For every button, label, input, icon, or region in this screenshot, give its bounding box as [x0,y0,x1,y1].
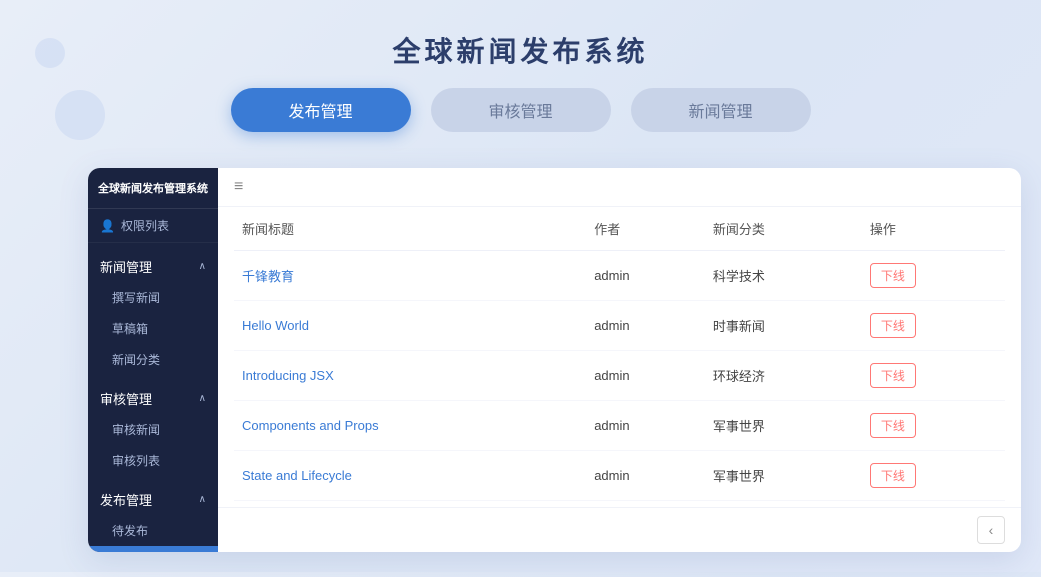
news-action-cell: 下线 [862,401,1005,451]
sidebar-item-review-news[interactable]: 审核新闻 [88,414,218,445]
offline-button[interactable]: 下线 [870,413,916,438]
news-title-cell[interactable]: Introducing JSX [234,351,586,401]
news-table: 新闻标题 作者 新闻分类 操作 千锋教育 admin 科学技术 下线 Hello… [234,207,1005,501]
pagination: ‹ [218,507,1021,552]
news-action-cell: 下线 [862,451,1005,501]
deco-circle-2 [55,90,105,140]
table-row: Introducing JSX admin 环球经济 下线 [234,351,1005,401]
chevron-up-icon-2: ∧ [199,393,206,404]
col-category: 新闻分类 [705,207,862,251]
news-author-cell: admin [586,351,705,401]
news-action-cell: 下线 [862,351,1005,401]
main-area: 全球新闻发布管理系统 👤 权限列表 新闻管理 ∧ 撰写新闻 草稿箱 新闻分类 审… [88,168,1021,552]
news-category-cell: 时事新闻 [705,301,862,351]
offline-button[interactable]: 下线 [870,363,916,388]
chevron-up-icon-3: ∧ [199,494,206,505]
sidebar-item-published[interactable]: 已发布 [88,546,218,552]
news-author-cell: admin [586,401,705,451]
news-action-cell: 下线 [862,301,1005,351]
sidebar-section-review: 审核管理 ∧ 审核新闻 审核列表 [88,375,218,476]
table-wrap: 新闻标题 作者 新闻分类 操作 千锋教育 admin 科学技术 下线 Hello… [218,207,1021,507]
content-area: ≡ 新闻标题 作者 新闻分类 操作 千锋教育 admin 科学技术 下线 [218,168,1021,552]
sidebar-section-news-header[interactable]: 新闻管理 ∧ [88,251,218,282]
publish-mgmt-label: 发布管理 [100,490,152,509]
tab-publish[interactable]: 发布管理 [231,88,411,132]
deco-circle-1 [35,38,65,68]
page-title: 全球新闻发布系统 [0,0,1041,70]
table-row: 千锋教育 admin 科学技术 下线 [234,251,1005,301]
news-author-cell: admin [586,301,705,351]
news-mgmt-label: 新闻管理 [100,257,152,276]
news-title-cell[interactable]: Components and Props [234,401,586,451]
tab-news[interactable]: 新闻管理 [631,88,811,132]
prev-page-button[interactable]: ‹ [977,516,1005,544]
offline-button[interactable]: 下线 [870,263,916,288]
tabs-row: 发布管理 审核管理 新闻管理 [0,88,1041,132]
news-author-cell: admin [586,451,705,501]
news-title-cell[interactable]: State and Lifecycle [234,451,586,501]
sidebar-section-news: 新闻管理 ∧ 撰写新闻 草稿箱 新闻分类 [88,243,218,375]
table-row: State and Lifecycle admin 军事世界 下线 [234,451,1005,501]
sidebar-item-draft-box[interactable]: 草稿箱 [88,313,218,344]
table-row: Components and Props admin 军事世界 下线 [234,401,1005,451]
news-category-cell: 军事世界 [705,401,862,451]
tab-review[interactable]: 审核管理 [431,88,611,132]
news-title-cell[interactable]: 千锋教育 [234,251,586,301]
col-actions: 操作 [862,207,1005,251]
menu-icon[interactable]: ≡ [234,178,243,196]
offline-button[interactable]: 下线 [870,313,916,338]
news-title-cell[interactable]: Hello World [234,301,586,351]
sidebar-section-publish-header[interactable]: 发布管理 ∧ [88,484,218,515]
sidebar-section-review-header[interactable]: 审核管理 ∧ [88,383,218,414]
sidebar-item-news-category[interactable]: 新闻分类 [88,344,218,375]
news-category-cell: 科学技术 [705,251,862,301]
table-row: Hello World admin 时事新闻 下线 [234,301,1005,351]
sidebar-user-link[interactable]: 👤 权限列表 [88,209,218,243]
sidebar-logo: 全球新闻发布管理系统 [88,168,218,209]
sidebar-item-write-news[interactable]: 撰写新闻 [88,282,218,313]
news-category-cell: 环球经济 [705,351,862,401]
user-link-label: 权限列表 [121,217,169,234]
col-author: 作者 [586,207,705,251]
news-action-cell: 下线 [862,251,1005,301]
sidebar-item-pending-publish[interactable]: 待发布 [88,515,218,546]
review-mgmt-label: 审核管理 [100,389,152,408]
news-author-cell: admin [586,251,705,301]
user-icon: 👤 [100,219,115,233]
news-category-cell: 军事世界 [705,451,862,501]
sidebar: 全球新闻发布管理系统 👤 权限列表 新闻管理 ∧ 撰写新闻 草稿箱 新闻分类 审… [88,168,218,552]
table-header-row: 新闻标题 作者 新闻分类 操作 [234,207,1005,251]
sidebar-item-review-list[interactable]: 审核列表 [88,445,218,476]
sidebar-section-publish: 发布管理 ∧ 待发布 已发布 已下线 [88,476,218,552]
chevron-up-icon: ∧ [199,261,206,272]
content-header: ≡ [218,168,1021,207]
col-title: 新闻标题 [234,207,586,251]
offline-button[interactable]: 下线 [870,463,916,488]
